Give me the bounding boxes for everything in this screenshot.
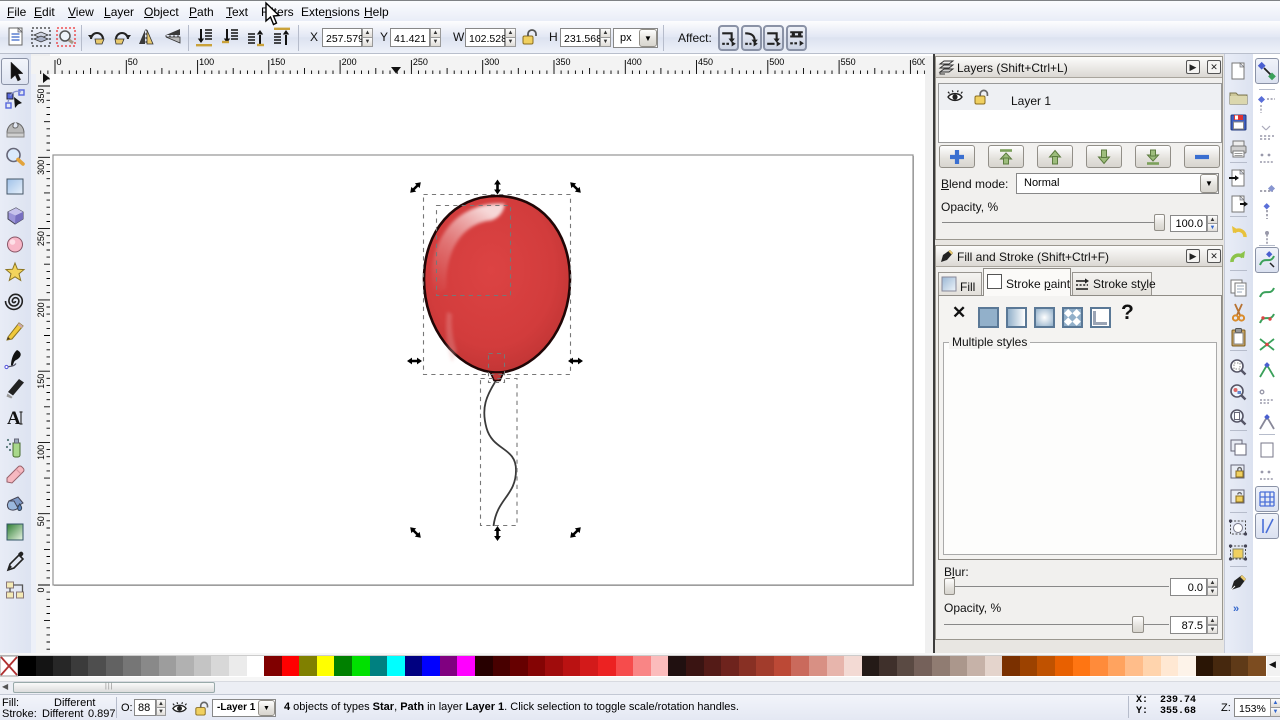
svg-text:100: 100 — [36, 445, 46, 460]
svg-text:50: 50 — [128, 57, 138, 67]
svg-text:300: 300 — [484, 57, 499, 67]
svg-text:350: 350 — [36, 89, 46, 104]
svg-text:250: 250 — [36, 231, 46, 246]
svg-text:500: 500 — [769, 57, 784, 67]
svg-text:150: 150 — [36, 374, 46, 389]
svg-text:250: 250 — [413, 57, 428, 67]
svg-text:0: 0 — [57, 57, 62, 67]
svg-text:450: 450 — [698, 57, 713, 67]
svg-text:350: 350 — [556, 57, 571, 67]
svg-text:A: A — [7, 408, 21, 429]
svg-text:100: 100 — [199, 57, 214, 67]
svg-text:150: 150 — [270, 57, 285, 67]
svg-text:200: 200 — [342, 57, 357, 67]
svg-text:550: 550 — [841, 57, 856, 67]
svg-text:200: 200 — [36, 302, 46, 317]
svg-text:400: 400 — [627, 57, 642, 67]
svg-text:50: 50 — [36, 516, 46, 526]
svg-text:0: 0 — [36, 588, 46, 593]
svg-text:300: 300 — [36, 160, 46, 175]
